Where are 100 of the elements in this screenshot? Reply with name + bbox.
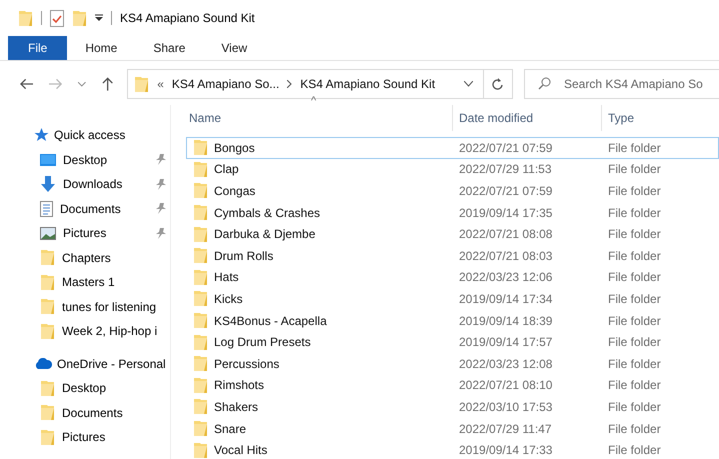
file-row[interactable]: Shakers 2022/03/10 17:53 File folder — [186, 396, 719, 418]
date-modified: 2022/07/29 11:47 — [459, 422, 552, 436]
file-name: Snare — [214, 422, 246, 436]
date-modified: 2022/03/10 17:53 — [459, 400, 552, 414]
folder-icon — [193, 247, 208, 264]
sidebar-item[interactable]: Desktop — [0, 376, 170, 400]
date-modified: 2022/07/21 07:59 — [459, 140, 552, 155]
ribbon-tab[interactable]: Home — [67, 36, 136, 60]
file-type: File folder — [608, 356, 661, 371]
ribbon-tab[interactable]: File — [8, 36, 68, 60]
file-row[interactable]: Drum Rolls 2022/07/21 08:03 File folder — [186, 244, 719, 267]
folder-icon — [193, 290, 208, 308]
sidebar-item[interactable]: Masters 1 — [0, 270, 170, 294]
file-row[interactable]: Congas 2022/07/21 07:59 File folder — [186, 180, 719, 202]
file-type: File folder — [608, 400, 661, 414]
folder-icon — [193, 312, 208, 330]
file-name: Cymbals & Crashes — [214, 206, 320, 220]
file-name: Hats — [214, 270, 239, 284]
folder-icon — [193, 160, 208, 178]
checklist-icon[interactable] — [50, 10, 64, 26]
chevron-down-icon[interactable] — [78, 82, 86, 86]
folder-icon — [40, 428, 55, 446]
folder-icon — [40, 298, 55, 316]
file-type: File folder — [608, 270, 661, 284]
file-name: Kicks — [214, 292, 243, 306]
down-arrow-icon — [40, 176, 56, 192]
file-row[interactable]: KS4Bonus - Acapella 2019/09/14 18:39 File folder — [186, 310, 719, 332]
nav-group-header[interactable]: OneDrive - Personal — [0, 352, 170, 376]
file-row[interactable]: Rimshots 2022/07/21 08:10 File folder — [186, 374, 719, 396]
file-row[interactable]: Percussions 2022/03/23 12:08 File folder — [186, 352, 719, 375]
file-row[interactable]: Kicks 2019/09/14 17:34 File folder — [186, 288, 719, 310]
date-modified: 2022/07/21 08:10 — [459, 378, 552, 392]
monitor-icon — [40, 152, 56, 167]
folder-icon — [40, 404, 55, 422]
picture-icon — [40, 226, 56, 240]
file-name: Percussions — [214, 356, 280, 371]
search-field[interactable]: Search KS4 Amapiano So — [524, 69, 719, 99]
dropdown-icon[interactable] — [95, 14, 103, 22]
date-modified: 2022/07/21 08:03 — [459, 248, 552, 263]
breadcrumb[interactable]: KS4 Amapiano Sound Kit — [300, 77, 436, 91]
refresh-button[interactable] — [484, 69, 513, 99]
file-row[interactable]: Log Drum Presets 2019/09/14 17:57 File folder — [186, 331, 719, 353]
file-name: Darbuka & Djembe — [214, 227, 316, 242]
column-header[interactable]: Type — [601, 105, 719, 131]
file-type: File folder — [608, 422, 661, 436]
folder-icon — [193, 398, 208, 416]
window-title: KS4 Amapiano Sound Kit — [120, 11, 255, 25]
file-name: Clap — [214, 162, 239, 176]
date-modified: 2019/09/14 17:33 — [459, 443, 552, 458]
folder-icon — [193, 226, 208, 243]
folder-icon — [193, 139, 208, 156]
overflow-chevron[interactable]: « — [157, 77, 164, 91]
file-row[interactable]: Darbuka & Djembe 2022/07/21 08:08 File folder — [186, 223, 719, 245]
sidebar-item[interactable]: Documents — [0, 400, 170, 425]
file-row[interactable]: Clap 2022/07/29 11:53 File folder — [186, 158, 719, 180]
sidebar-item[interactable]: Week 2, Hip-hop i — [0, 319, 170, 344]
file-row[interactable]: Cymbals & Crashes 2019/09/14 17:35 File folder — [186, 202, 719, 224]
file-name: Rimshots — [214, 378, 264, 392]
date-modified: 2022/03/23 12:08 — [459, 356, 552, 371]
back-arrow-icon[interactable] — [20, 78, 34, 90]
file-type: File folder — [608, 162, 661, 176]
folder-icon — [193, 376, 208, 394]
file-row[interactable]: Snare 2022/07/29 11:47 File folder — [186, 418, 719, 440]
sidebar-item[interactable]: Documents — [0, 196, 170, 221]
up-arrow-icon[interactable] — [102, 77, 114, 91]
file-name: Bongos — [214, 140, 255, 155]
folder-icon — [193, 334, 208, 351]
sidebar-item[interactable]: Downloads — [0, 172, 170, 196]
folder-icon — [193, 420, 208, 438]
folder-icon — [193, 355, 208, 372]
sidebar-item[interactable]: Pictures — [0, 425, 170, 450]
file-row[interactable]: Bongos 2022/07/21 07:59 File folder — [186, 137, 719, 159]
date-modified: 2019/09/14 17:35 — [459, 206, 552, 220]
file-type: File folder — [608, 314, 661, 328]
chevron-right-icon — [287, 80, 292, 88]
refresh-icon — [492, 78, 504, 90]
sidebar-item[interactable]: Pictures — [0, 221, 170, 246]
file-type: File folder — [608, 378, 661, 392]
star-icon — [34, 128, 49, 143]
folder-icon — [40, 274, 55, 291]
sidebar-item[interactable]: Chapters — [0, 246, 170, 270]
file-type: File folder — [608, 140, 661, 155]
folder-icon — [40, 322, 55, 340]
file-row[interactable]: Hats 2022/03/23 12:06 File folder — [186, 266, 719, 288]
file-name: KS4Bonus - Acapella — [214, 314, 327, 328]
column-header[interactable]: Date modified — [452, 105, 601, 131]
chevron-down-icon[interactable] — [464, 81, 473, 87]
sidebar-item[interactable]: Desktop — [0, 148, 170, 172]
file-row[interactable]: Vocal Hits 2019/09/14 17:33 File folder — [186, 439, 719, 459]
folder-icon — [193, 182, 208, 200]
breadcrumb[interactable]: KS4 Amapiano So... — [172, 77, 280, 91]
nav-group-header[interactable]: Quick access — [0, 123, 170, 148]
ribbon-tab[interactable]: View — [203, 36, 266, 60]
folder-icon — [40, 380, 55, 397]
date-modified: 2022/07/21 07:59 — [459, 184, 552, 198]
file-type: File folder — [608, 184, 661, 198]
file-type: File folder — [608, 443, 661, 458]
cloud-icon — [34, 358, 52, 370]
ribbon-tab[interactable]: Share — [135, 36, 204, 60]
sidebar-item[interactable]: tunes for listening — [0, 294, 170, 319]
